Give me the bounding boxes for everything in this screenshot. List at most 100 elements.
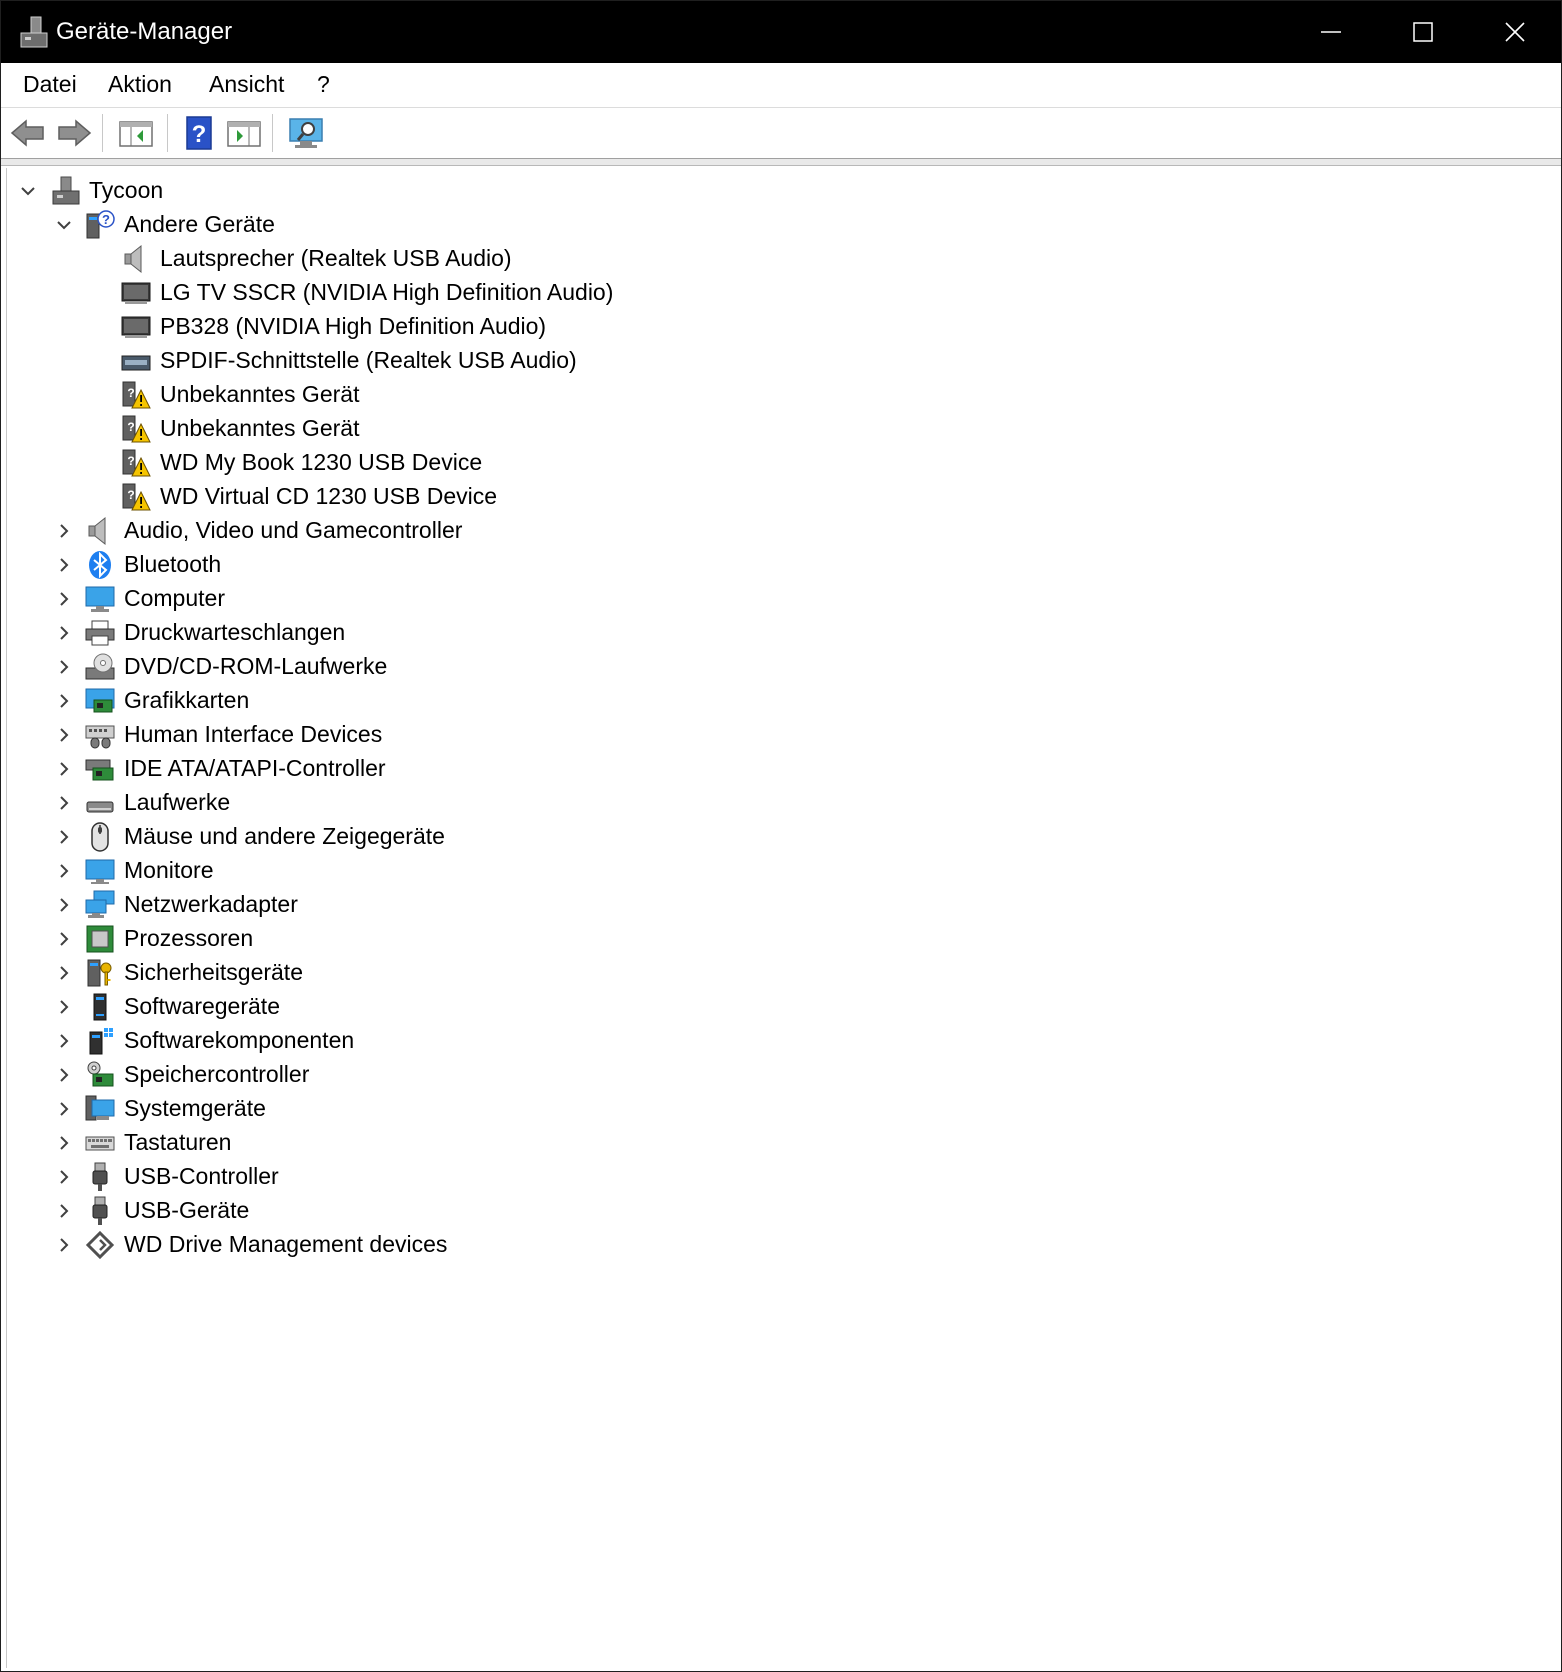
tree-category-row[interactable]: DVD/CD-ROM-Laufwerke — [7, 649, 1557, 685]
menu-help[interactable]: ? — [317, 71, 330, 98]
tree-category-row[interactable]: IDE ATA/ATAPI-Controller — [7, 751, 1557, 787]
svg-text:?: ? — [102, 212, 110, 227]
tree-category-row[interactable]: USB-Geräte — [7, 1193, 1557, 1229]
chevron-right-icon[interactable] — [55, 964, 73, 982]
device-tree[interactable]: Tycoon ? Andere Geräte Lautsprecher (Rea… — [6, 168, 1557, 1668]
chevron-right-icon[interactable] — [55, 760, 73, 778]
chevron-right-icon[interactable] — [55, 998, 73, 1016]
software-device-icon — [93, 993, 107, 1021]
chevron-right-icon[interactable] — [55, 862, 73, 880]
tree-device-label: Lautsprecher (Realtek USB Audio) — [160, 245, 512, 271]
processor-icon — [86, 925, 114, 953]
tree-category-label: Computer — [124, 585, 225, 611]
chevron-down-icon[interactable] — [55, 216, 73, 234]
chevron-right-icon[interactable] — [55, 828, 73, 846]
tree-device-row[interactable]: ? Unbekanntes Gerät — [7, 377, 1557, 413]
monitor-icon — [85, 859, 115, 884]
chevron-right-icon[interactable] — [55, 658, 73, 676]
chevron-right-icon[interactable] — [55, 1134, 73, 1152]
unknown-device-warning-icon: ? — [122, 483, 151, 511]
svg-text:?: ? — [192, 121, 207, 148]
back-button[interactable] — [9, 115, 47, 151]
chevron-down-icon[interactable] — [19, 182, 37, 200]
chevron-right-icon[interactable] — [55, 1168, 73, 1186]
tree-root-row[interactable]: Tycoon — [7, 173, 1557, 209]
tree-device-label: LG TV SSCR (NVIDIA High Definition Audio… — [160, 279, 614, 305]
chevron-right-icon[interactable] — [55, 726, 73, 744]
tree-device-row[interactable]: SPDIF-Schnittstelle (Realtek USB Audio) — [7, 343, 1557, 379]
tree-category-row[interactable]: Mäuse und andere Zeigegeräte — [7, 819, 1557, 855]
computer-tower-icon — [52, 176, 80, 205]
scan-hardware-button[interactable] — [287, 115, 325, 151]
maximize-button[interactable] — [1377, 1, 1469, 63]
tree-device-row[interactable]: PB328 (NVIDIA High Definition Audio) — [7, 309, 1557, 345]
maximize-icon — [1413, 22, 1433, 42]
chevron-right-icon[interactable] — [55, 556, 73, 574]
tree-category-row[interactable]: Prozessoren — [7, 921, 1557, 957]
tree-category-row[interactable]: Human Interface Devices — [7, 717, 1557, 753]
tree-category-label: USB-Geräte — [124, 1197, 250, 1223]
tree-category-row[interactable]: Laufwerke — [7, 785, 1557, 821]
chevron-right-icon[interactable] — [55, 590, 73, 608]
forward-arrow-icon — [58, 119, 92, 147]
toolbar-separator — [102, 114, 103, 152]
tree-device-row[interactable]: ? WD My Book 1230 USB Device — [7, 445, 1557, 481]
chevron-right-icon[interactable] — [55, 1066, 73, 1084]
tree-category-row[interactable]: Tastaturen — [7, 1125, 1557, 1161]
tree-category-row[interactable]: WD Drive Management devices — [7, 1227, 1557, 1263]
system-devices-icon — [85, 1095, 115, 1121]
tree-category-row[interactable]: ? Andere Geräte — [7, 207, 1557, 243]
chevron-right-icon[interactable] — [55, 1100, 73, 1118]
chevron-right-icon[interactable] — [55, 692, 73, 710]
menu-action[interactable]: Aktion — [108, 71, 172, 98]
tree-category-row[interactable]: Speichercontroller — [7, 1057, 1557, 1093]
tree-category-row[interactable]: Monitore — [7, 853, 1557, 889]
chevron-right-icon[interactable] — [55, 930, 73, 948]
tree-category-row[interactable]: Audio, Video und Gamecontroller — [7, 513, 1557, 549]
svg-text:?: ? — [127, 488, 134, 502]
chevron-right-icon[interactable] — [55, 1032, 73, 1050]
tree-device-label: SPDIF-Schnittstelle (Realtek USB Audio) — [160, 347, 577, 373]
tree-category-label: Netzwerkadapter — [124, 891, 298, 917]
tree-device-label: PB328 (NVIDIA High Definition Audio) — [160, 313, 547, 339]
tree-category-row[interactable]: Softwaregeräte — [7, 989, 1557, 1025]
ide-controller-icon — [85, 759, 114, 781]
forward-button[interactable] — [55, 115, 93, 151]
tree-category-row[interactable]: Druckwarteschlangen — [7, 615, 1557, 651]
tree-category-row[interactable]: Systemgeräte — [7, 1091, 1557, 1127]
tree-category-label: Softwarekomponenten — [124, 1027, 355, 1053]
tree-device-label: WD Virtual CD 1230 USB Device — [160, 483, 498, 509]
tree-category-row[interactable]: Softwarekomponenten — [7, 1023, 1557, 1059]
show-hide-console-tree-icon — [119, 121, 153, 147]
tree-category-row[interactable]: Netzwerkadapter — [7, 887, 1557, 923]
tree-category-row[interactable]: USB-Controller — [7, 1159, 1557, 1195]
console-tree-button[interactable] — [117, 115, 155, 151]
tree-device-row[interactable]: ? WD Virtual CD 1230 USB Device — [7, 479, 1557, 515]
tree-device-row[interactable]: LG TV SSCR (NVIDIA High Definition Audio… — [7, 275, 1557, 311]
chevron-right-icon[interactable] — [55, 522, 73, 540]
minimize-button[interactable] — [1285, 1, 1377, 63]
tree-category-row[interactable]: Computer — [7, 581, 1557, 617]
tree-category-row[interactable]: Bluetooth — [7, 547, 1557, 583]
close-button[interactable] — [1469, 1, 1561, 63]
tree-category-label: Softwaregeräte — [124, 993, 280, 1019]
tree-category-label: DVD/CD-ROM-Laufwerke — [124, 653, 388, 679]
help-button[interactable]: ? — [179, 115, 217, 151]
tree-category-row[interactable]: Grafikkarten — [7, 683, 1557, 719]
chevron-right-icon[interactable] — [55, 624, 73, 642]
chevron-right-icon[interactable] — [55, 794, 73, 812]
chevron-right-icon[interactable] — [55, 1202, 73, 1220]
chevron-right-icon[interactable] — [55, 896, 73, 914]
chevron-right-icon[interactable] — [55, 1236, 73, 1254]
tree-category-row[interactable]: Sicherheitsgeräte — [7, 955, 1557, 991]
tree-category-label: Laufwerke — [124, 789, 231, 815]
tree-device-label: Unbekanntes Gerät — [160, 381, 360, 407]
menu-file[interactable]: Datei — [23, 71, 77, 98]
tree-category-label: Andere Geräte — [124, 211, 275, 237]
speaker-icon — [88, 516, 106, 546]
tree-device-row[interactable]: Lautsprecher (Realtek USB Audio) — [7, 241, 1557, 277]
action-pane-button[interactable] — [225, 115, 263, 151]
tree-device-row[interactable]: ? Unbekanntes Gerät — [7, 411, 1557, 447]
title-bar[interactable]: Geräte-Manager — [1, 1, 1561, 63]
menu-view[interactable]: Ansicht — [209, 71, 284, 98]
